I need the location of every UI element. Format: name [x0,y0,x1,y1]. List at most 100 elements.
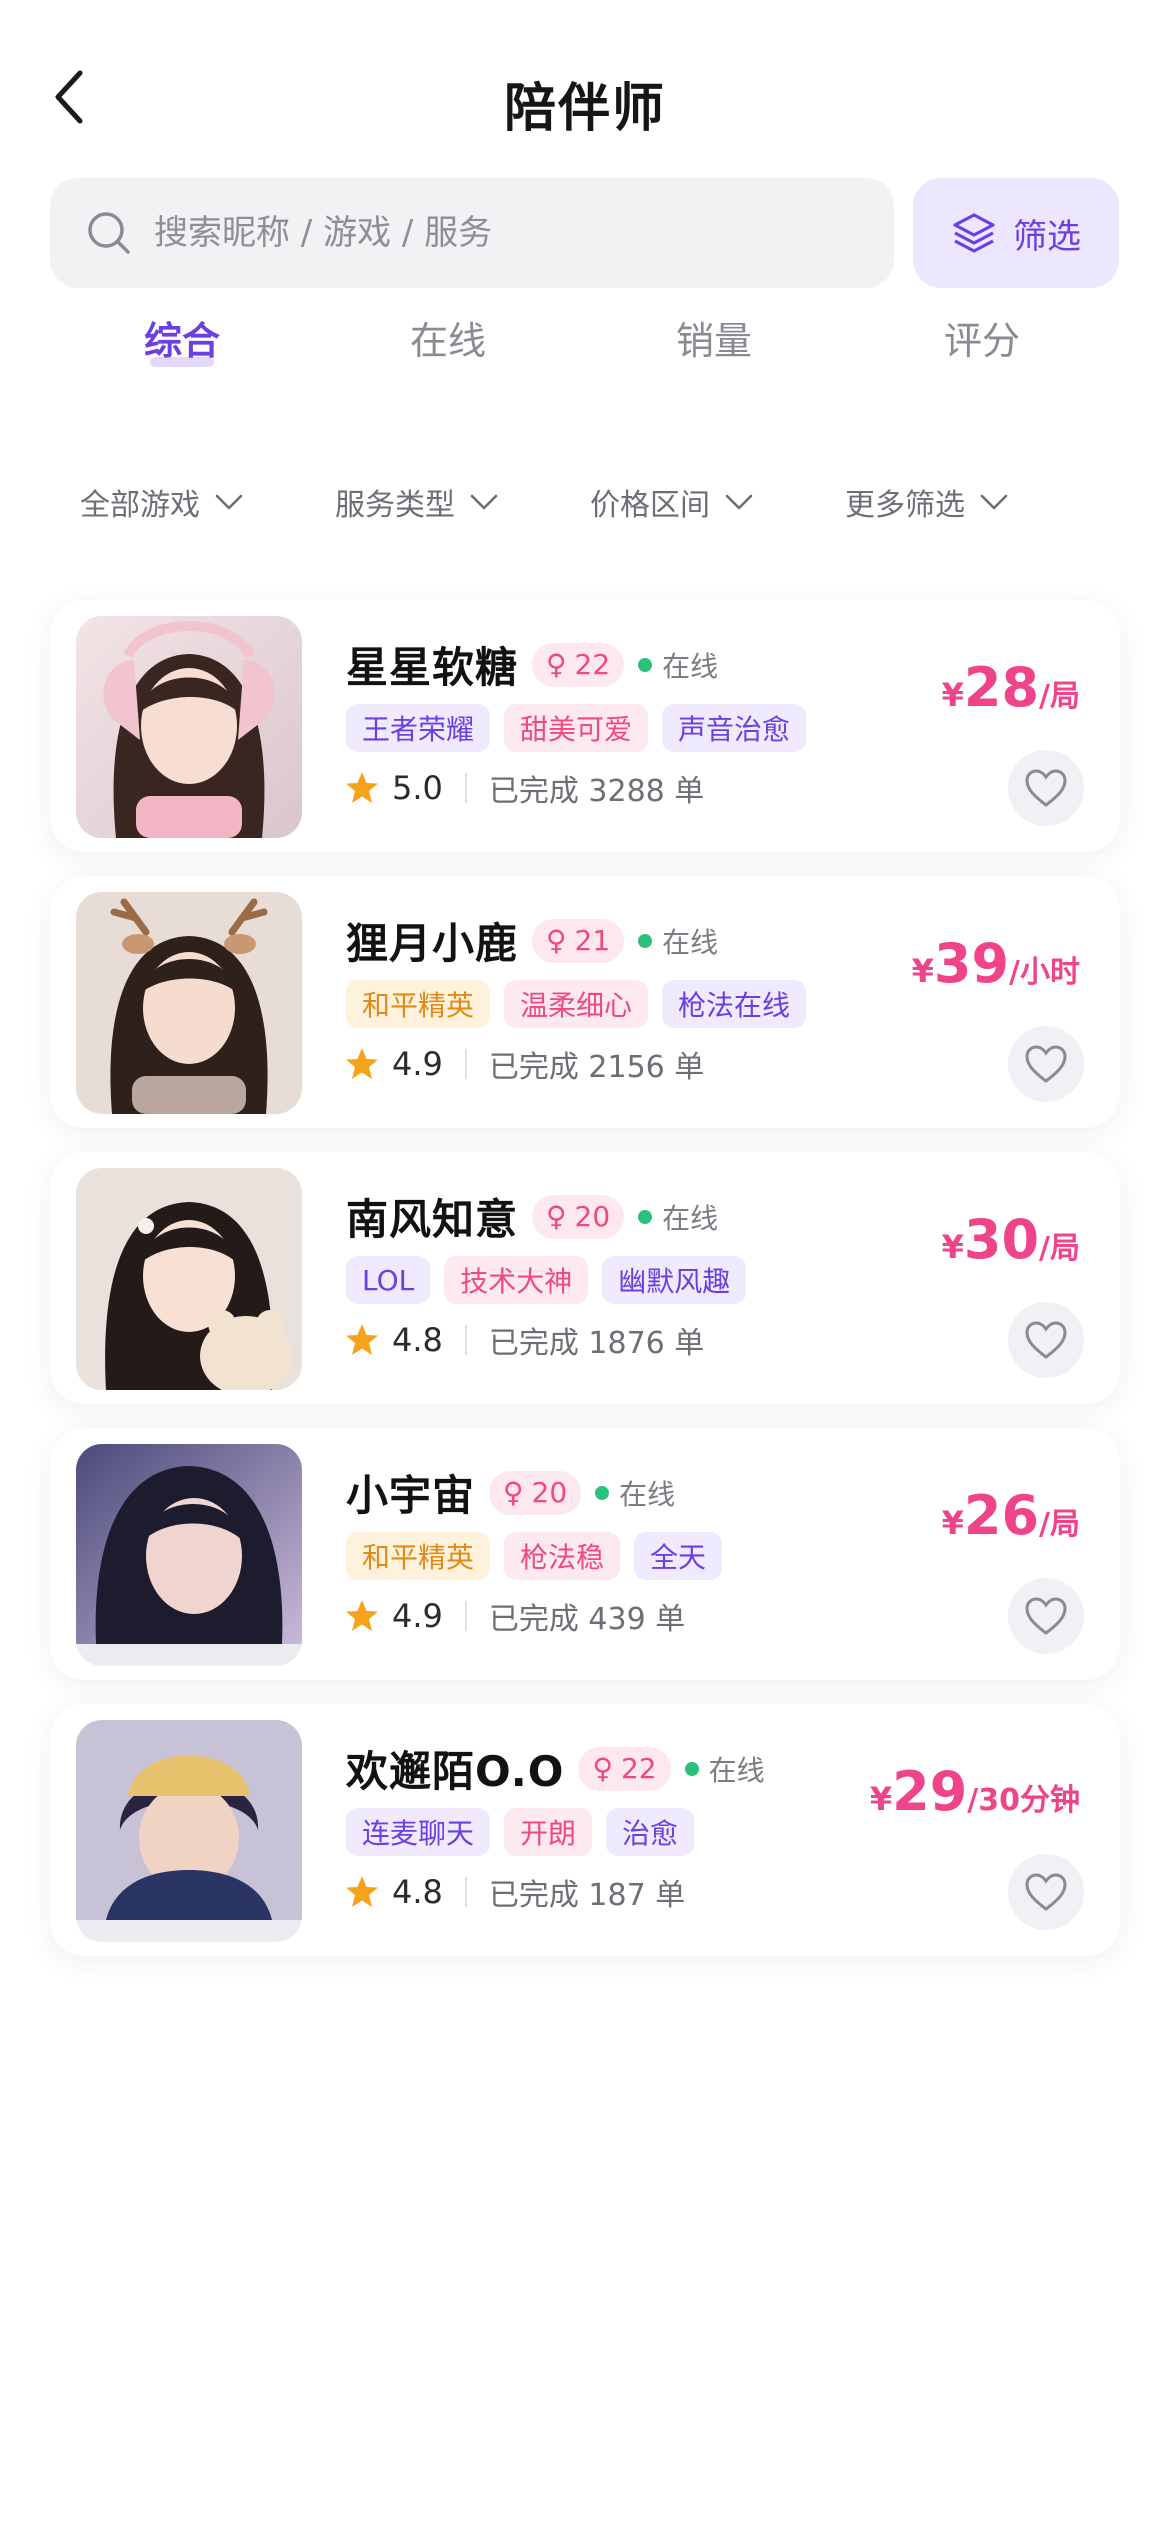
stats-row: 4.9 已完成 439 单 [344,1594,685,1638]
companion-card[interactable]: 欢邂陌O.O ♀ 22 在线 连麦聊天 开朗 治愈 4.8 已完成 187 单 … [50,1704,1120,1956]
companion-header: 欢邂陌O.O ♀ 22 在线 [346,1738,765,1799]
dropdown-label: 价格区间 [590,488,710,523]
tab-online[interactable]: 在线 [410,310,486,365]
gender-age-badge: ♀ 22 [578,1746,671,1791]
stats-row: 4.9 已完成 2156 单 [344,1042,704,1086]
price-value: 29 [892,1760,968,1823]
companion-name: 狸月小鹿 [346,919,519,968]
stats-row: 5.0 已完成 3288 单 [344,766,704,810]
female-icon: ♀ [592,1752,613,1785]
companion-card[interactable]: 星星软糖 ♀ 22 在线 王者荣耀 甜美可爱 声音治愈 5.0 已完成 3288… [50,600,1120,852]
completed-orders: 已完成 2156 单 [488,1050,705,1085]
favorite-button[interactable] [1008,1854,1084,1930]
tab-sales[interactable]: 销量 [676,310,752,365]
tag: 枪法在线 [662,980,807,1028]
age-value: 20 [531,1476,568,1509]
status-text: 在线 [662,649,719,683]
price: ¥26/局 [942,1484,1080,1547]
dropdown-price-range[interactable]: 价格区间 [590,480,754,524]
dropdown-all-games[interactable]: 全部游戏 [80,480,244,524]
rating-value: 4.8 [392,1873,443,1911]
star-icon [346,772,378,803]
online-status: 在线 [638,1197,718,1237]
filter-label: 筛选 [1013,216,1081,257]
tag: 连麦聊天 [346,1808,491,1856]
price-unit: /30分钟 [967,1783,1080,1818]
age-value: 20 [574,1200,611,1233]
favorite-button[interactable] [1008,1302,1084,1378]
rating-value: 4.9 [392,1045,443,1083]
chevron-down-icon [470,494,498,510]
online-status: 在线 [638,921,718,961]
avatar [76,616,302,838]
price-value: 26 [963,1484,1040,1547]
status-text: 在线 [662,925,719,959]
price: ¥28/局 [942,656,1080,719]
price-unit: /小时 [1009,955,1080,990]
currency-symbol: ¥ [869,1780,893,1818]
gender-age-badge: ♀ 20 [489,1470,582,1515]
chevron-down-icon [725,494,753,510]
completed-orders: 已完成 439 单 [488,1602,686,1637]
favorite-button[interactable] [1008,1578,1084,1654]
price-value: 30 [963,1208,1040,1271]
online-dot-icon [595,1485,610,1500]
search-bar [50,178,894,288]
price-unit: /局 [1039,1231,1080,1266]
heart-icon [1025,769,1067,807]
tag: 全天 [634,1532,723,1580]
online-status: 在线 [638,645,718,685]
tag: 甜美可爱 [504,704,649,752]
price: ¥30/局 [942,1208,1080,1271]
stats-row: 4.8 已完成 187 单 [344,1870,685,1914]
heart-icon [1025,1597,1067,1635]
gender-age-badge: ♀ 21 [532,918,625,963]
companion-card[interactable]: 狸月小鹿 ♀ 21 在线 和平精英 温柔细心 枪法在线 4.9 已完成 2156… [50,876,1120,1128]
tag: 枪法稳 [504,1532,621,1580]
gender-age-badge: ♀ 22 [532,642,625,687]
companion-card[interactable]: 南风知意 ♀ 20 在线 LOL 技术大神 幽默风趣 4.8 已完成 1876 … [50,1152,1120,1404]
stats-row: 4.8 已完成 1876 单 [344,1318,704,1362]
dropdown-more-filters[interactable]: 更多筛选 [845,480,1009,524]
filter-button[interactable]: 筛选 [913,178,1119,288]
page-title: 陪伴师 [503,79,666,139]
dropdown-service-type[interactable]: 服务类型 [335,480,499,524]
currency-symbol: ¥ [941,676,964,714]
layers-icon [953,213,995,253]
tag: 王者荣耀 [346,704,491,752]
divider [464,1049,467,1079]
dropdown-label: 服务类型 [335,488,455,523]
tag: 治愈 [606,1808,695,1856]
online-status: 在线 [595,1473,675,1513]
dropdown-label: 全部游戏 [80,488,200,523]
divider [464,1877,467,1907]
female-icon: ♀ [546,648,567,681]
online-dot-icon [684,1761,699,1776]
companion-card[interactable]: 小宇宙 ♀ 20 在线 和平精英 枪法稳 全天 4.9 已完成 439 单 ¥2… [50,1428,1120,1680]
filter-dropdowns: 全部游戏 服务类型 价格区间 更多筛选 [0,480,1170,540]
female-icon: ♀ [503,1476,524,1509]
heart-icon [1025,1045,1067,1083]
search-input[interactable] [154,213,854,253]
heart-icon [1025,1321,1067,1359]
currency-symbol: ¥ [941,1504,964,1542]
divider [464,773,467,803]
female-icon: ♀ [546,1200,567,1233]
companion-name: 小宇宙 [346,1471,476,1520]
tag-list: 和平精英 枪法稳 全天 [346,1532,723,1580]
tab-comprehensive[interactable]: 综合 [144,310,220,367]
companion-name: 星星软糖 [346,643,519,692]
star-icon [346,1600,378,1631]
tab-rating[interactable]: 评分 [944,310,1020,365]
price-unit: /局 [1039,1507,1080,1542]
search-icon [86,210,132,256]
chevron-down-icon [215,494,243,510]
heart-icon [1025,1873,1067,1911]
header: 陪伴师 [0,40,1170,150]
price-value: 28 [963,656,1040,719]
online-dot-icon [638,1209,653,1224]
favorite-button[interactable] [1008,1026,1084,1102]
divider [464,1325,467,1355]
favorite-button[interactable] [1008,750,1084,826]
age-value: 21 [574,924,611,957]
